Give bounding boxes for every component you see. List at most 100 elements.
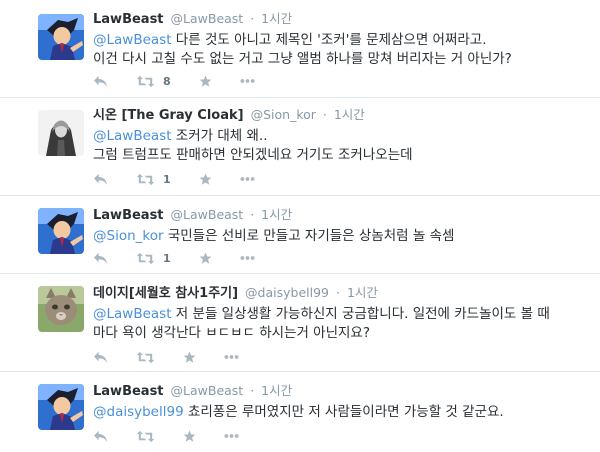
favorite-button[interactable] <box>199 75 212 88</box>
tweet-actions: 8 <box>93 73 283 89</box>
retweet-icon <box>136 173 155 186</box>
separator: · <box>336 285 340 300</box>
screen-name[interactable]: @LawBeast <box>171 207 244 222</box>
separator: · <box>250 207 255 222</box>
reply-icon <box>93 351 108 364</box>
timestamp[interactable]: 1시간 <box>261 207 292 222</box>
tweet-body: 국민들은 선비로 만들고 자기들은 상놈처럼 놀 속셈 <box>163 228 455 244</box>
tweet-actions: 1 <box>93 171 283 187</box>
timestamp[interactable]: 1시간 <box>261 383 292 398</box>
reply-icon <box>93 173 108 186</box>
timestamp[interactable]: 1시간 <box>347 285 378 300</box>
favorite-button[interactable] <box>199 252 212 265</box>
tweet[interactable]: LawBeast @LawBeast · 1시간 @daisybell99 쵸리… <box>0 372 600 452</box>
retweet-button[interactable] <box>136 351 155 364</box>
favorite-button[interactable] <box>183 351 196 364</box>
favorite-button[interactable] <box>183 430 196 443</box>
tweet-header: LawBeast @LawBeast · 1시간 <box>93 383 590 400</box>
separator: · <box>322 107 327 122</box>
tweet[interactable]: 데이지[세월호 참사1주기] @daisybell99 · 1시간 @LawBe… <box>0 274 600 372</box>
favorite-icon <box>199 173 212 186</box>
more-icon <box>224 354 239 360</box>
display-name[interactable]: LawBeast <box>93 384 164 399</box>
tweet-body: 그럼 트럼프도 판매하면 안되겠네요 거기도 조커나오는데 <box>93 147 413 163</box>
tweet-feed: LawBeast @LawBeast · 1시간 @LawBeast 다른 것도… <box>0 0 600 452</box>
tweet-header: 시온 [The Gray Cloak] @Sion_kor · 1시간 <box>93 107 590 124</box>
screen-name[interactable]: @LawBeast <box>171 383 244 398</box>
reply-icon <box>93 430 108 443</box>
mention-link[interactable]: @Sion_kor <box>93 228 164 244</box>
phoenix-wright-avatar[interactable] <box>38 384 84 430</box>
retweet-count: 1 <box>163 172 171 186</box>
favorite-icon <box>199 75 212 88</box>
retweet-count: 8 <box>163 74 171 88</box>
tweet-body: 마다 욕이 생각난다 ㅂㄷㅂㄷ 하시는거 아닌지요? <box>93 325 371 341</box>
timestamp[interactable]: 1시간 <box>334 107 365 122</box>
tweet-actions <box>93 349 267 365</box>
display-name[interactable]: LawBeast <box>93 12 164 27</box>
retweet-icon <box>136 252 155 265</box>
favorite-button[interactable] <box>199 173 212 186</box>
tweet-header: LawBeast @LawBeast · 1시간 <box>93 11 590 28</box>
display-name[interactable]: 데이지[세월호 참사1주기] <box>93 286 238 301</box>
retweet-button[interactable]: 1 <box>136 173 171 186</box>
tweet[interactable]: LawBeast @LawBeast · 1시간 @LawBeast 다른 것도… <box>0 0 600 98</box>
separator: · <box>250 383 255 398</box>
screen-name[interactable]: @daisybell99 <box>245 285 329 300</box>
phoenix-wright-avatar[interactable] <box>38 14 84 60</box>
retweet-count: 1 <box>163 251 171 265</box>
tweet-header: LawBeast @LawBeast · 1시간 <box>93 207 590 224</box>
more-button[interactable] <box>240 176 255 182</box>
phoenix-wright-avatar[interactable] <box>38 208 84 254</box>
reply-button[interactable] <box>93 252 108 265</box>
reply-button[interactable] <box>93 430 108 443</box>
mention-link[interactable]: @LawBeast <box>93 128 172 144</box>
tweet-actions <box>93 428 267 444</box>
retweet-button[interactable] <box>136 430 155 443</box>
reply-button[interactable] <box>93 173 108 186</box>
mention-link[interactable]: @LawBeast <box>93 306 172 322</box>
tweet-body: 이건 다시 고칠 수도 없는 거고 그냥 앨범 하나를 망쳐 버리자는 거 아닌… <box>93 51 512 67</box>
retweet-button[interactable]: 8 <box>136 75 171 88</box>
mention-link[interactable]: @LawBeast <box>93 32 172 48</box>
retweet-icon <box>136 75 155 88</box>
screen-name[interactable]: @LawBeast <box>171 11 244 26</box>
display-name[interactable]: LawBeast <box>93 208 164 223</box>
more-icon <box>240 255 255 261</box>
favorite-icon <box>183 351 196 364</box>
tweet-body: 저 분들 일상생활 가능하신지 궁금합니다. 일전에 카드놀이도 볼 때 <box>171 306 550 322</box>
tweet-text: @LawBeast 저 분들 일상생활 가능하신지 궁금합니다. 일전에 카드놀… <box>93 305 590 343</box>
retweet-button[interactable]: 1 <box>136 252 171 265</box>
more-icon <box>240 78 255 84</box>
tweet-body: 조커가 대체 왜.. <box>171 128 268 144</box>
more-icon <box>240 176 255 182</box>
screen-name[interactable]: @Sion_kor <box>251 107 316 122</box>
reply-button[interactable] <box>93 75 108 88</box>
tweet-text: @LawBeast 조커가 대체 왜.. 그럼 트럼프도 판매하면 안되겠네요 … <box>93 127 590 165</box>
more-button[interactable] <box>224 354 239 360</box>
tweet-header: 데이지[세월호 참사1주기] @daisybell99 · 1시간 <box>93 285 590 302</box>
tweet-text: @daisybell99 쵸리퐁은 루머였지만 저 사람들이라면 가능할 것 같… <box>93 403 590 422</box>
more-button[interactable] <box>240 78 255 84</box>
mention-link[interactable]: @daisybell99 <box>93 404 184 420</box>
retweet-icon <box>136 430 155 443</box>
cat-avatar[interactable] <box>38 286 84 332</box>
tweet-text: @Sion_kor 국민들은 선비로 만들고 자기들은 상놈처럼 놀 속셈 <box>93 227 590 246</box>
tweet-body: 다른 것도 아니고 제목인 '조커'를 문제삼으면 어쩌라고. <box>171 32 487 48</box>
gray-cloak-avatar[interactable] <box>38 110 84 156</box>
more-button[interactable] <box>240 255 255 261</box>
tweet-text: @LawBeast 다른 것도 아니고 제목인 '조커'를 문제삼으면 어쩌라고… <box>93 31 590 69</box>
reply-icon <box>93 252 108 265</box>
display-name[interactable]: 시온 [The Gray Cloak] <box>93 108 244 123</box>
timestamp[interactable]: 1시간 <box>261 11 292 26</box>
tweet[interactable]: 시온 [The Gray Cloak] @Sion_kor · 1시간 @Law… <box>0 98 600 196</box>
tweet-actions: 1 <box>93 250 283 266</box>
favorite-icon <box>183 430 196 443</box>
reply-icon <box>93 75 108 88</box>
retweet-icon <box>136 351 155 364</box>
reply-button[interactable] <box>93 351 108 364</box>
separator: · <box>250 11 255 26</box>
tweet[interactable]: LawBeast @LawBeast · 1시간 @Sion_kor 국민들은 … <box>0 196 600 274</box>
favorite-icon <box>199 252 212 265</box>
more-button[interactable] <box>224 433 239 439</box>
